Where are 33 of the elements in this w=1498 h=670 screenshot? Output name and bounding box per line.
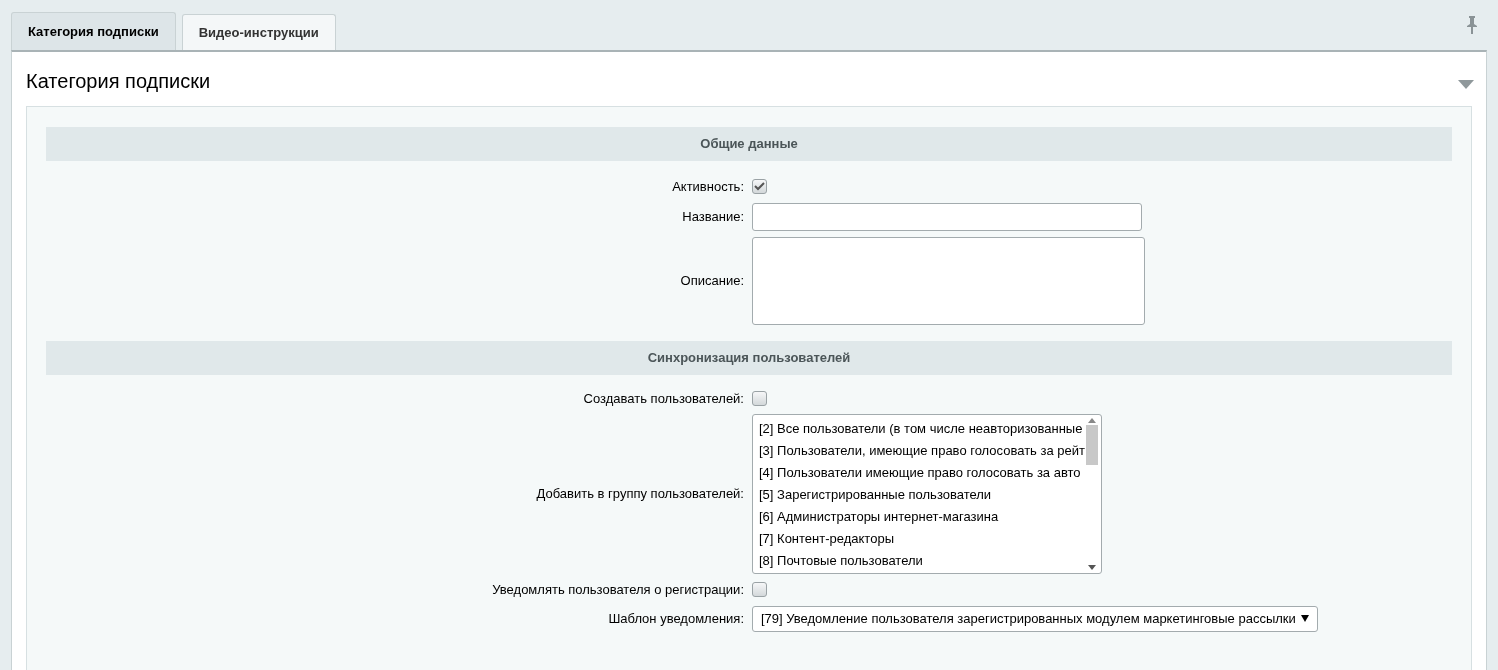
section-header: Общие данные — [46, 127, 1452, 161]
field-label: Добавить в группу пользователей: — [535, 485, 744, 504]
section-header: Синхронизация пользователей — [46, 340, 1452, 375]
caret-icon — [1301, 615, 1309, 622]
checkbox[interactable] — [752, 582, 767, 598]
checkbox[interactable] — [752, 179, 767, 195]
field-label: Шаблон уведомления: — [607, 609, 744, 628]
template-select[interactable]: [79] Уведомление пользователя зарегистрированных модулем маркетинговые рассылки — [752, 605, 1318, 632]
field-label: Название: — [681, 207, 744, 226]
list-option[interactable]: [8] Почтовые пользователи — [759, 550, 1085, 570]
text-input[interactable] — [752, 202, 1142, 231]
scrollbar-thumb[interactable] — [1086, 425, 1098, 465]
tab[interactable]: Категория подписки — [11, 12, 176, 50]
list-option[interactable]: [5] Зарегистрированные пользователи — [759, 484, 1085, 506]
panel-title: Категория подписки — [26, 69, 211, 94]
list-option[interactable]: [6] Администраторы интернет-магазина — [759, 506, 1085, 528]
list-option[interactable]: [3] Пользователи, имеющие право голосовать за рейт — [759, 440, 1085, 462]
field-label: Уведомлять пользователя о регистрации: — [491, 581, 744, 599]
field-label: Активность: — [671, 178, 744, 196]
checkbox[interactable] — [752, 390, 767, 406]
pin-icon[interactable] — [1466, 16, 1478, 34]
list-option[interactable]: [4] Пользователи имеющие право голосовать за авто — [759, 462, 1085, 484]
list-option[interactable]: [2] Все пользователи (в том числе неавторизованные — [759, 418, 1085, 440]
scroll-up-icon[interactable] — [1088, 418, 1096, 423]
scroll-down-icon[interactable] — [1088, 565, 1096, 570]
field-label: Создавать пользователей: — [582, 389, 744, 408]
user-group-listbox[interactable] — [752, 414, 1102, 574]
field-label: Описание: — [679, 271, 744, 290]
collapse-arrow-icon[interactable] — [1458, 80, 1474, 89]
list-option[interactable]: [7] Контент-редакторы — [759, 528, 1085, 550]
tab[interactable]: Видео-инструкции — [181, 14, 336, 50]
select-value: [79] Уведомление пользователя зарегистрированных модулем маркетинговые рассылки — [761, 609, 1296, 628]
textarea-field[interactable] — [752, 236, 1145, 325]
